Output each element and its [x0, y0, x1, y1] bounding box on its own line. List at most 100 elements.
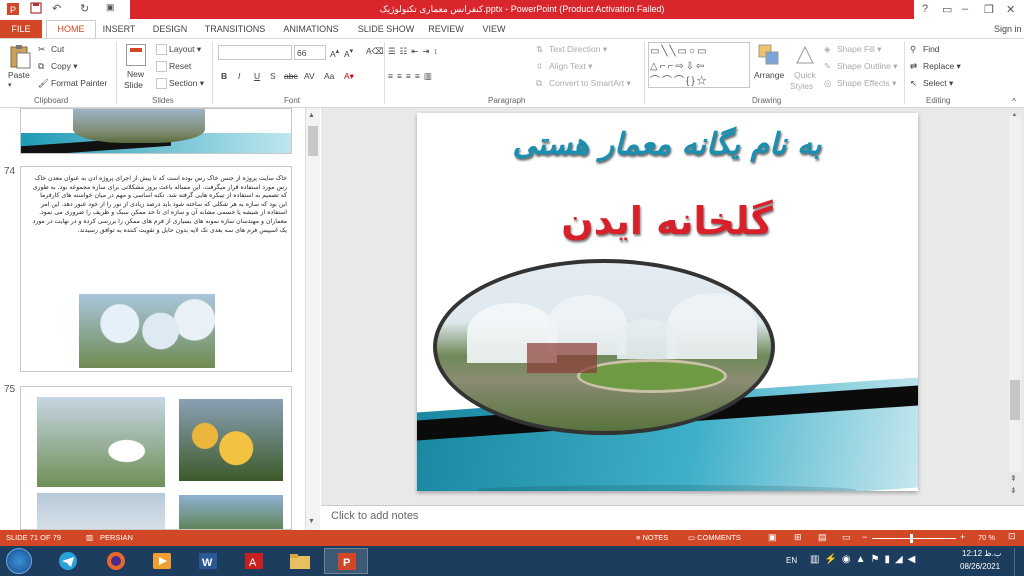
- close-button[interactable]: ✕: [1006, 3, 1015, 16]
- tab-home[interactable]: HOME: [46, 20, 96, 39]
- zoom-out-icon[interactable]: −: [862, 532, 867, 542]
- save-icon[interactable]: [30, 2, 42, 17]
- select-button[interactable]: ↖ Select ▾: [910, 78, 953, 89]
- taskbar-firefox[interactable]: [94, 548, 138, 574]
- arrange-icon[interactable]: [758, 44, 780, 66]
- new-slide-icon[interactable]: [126, 44, 146, 66]
- redo-icon[interactable]: ↻: [80, 2, 89, 15]
- bold-icon[interactable]: B: [221, 71, 227, 81]
- underline-icon[interactable]: U: [254, 71, 260, 81]
- change-case-icon[interactable]: Aa: [324, 71, 334, 81]
- tab-view[interactable]: VIEW: [476, 20, 512, 38]
- section-button[interactable]: Section ▾: [156, 78, 204, 90]
- ribbon-options-icon[interactable]: ▭: [942, 3, 952, 16]
- restore-button[interactable]: ❐: [984, 3, 994, 16]
- slide-sorter-icon[interactable]: ⊞: [794, 532, 802, 543]
- font-name-input[interactable]: [218, 45, 292, 60]
- notes-toggle[interactable]: ≡ NOTES: [636, 533, 668, 542]
- slide-thumbnail-74[interactable]: خاک سایت پروژه از جنس خاک رس بوده است که…: [20, 166, 292, 372]
- arrange-button[interactable]: Arrange: [754, 70, 784, 80]
- quick-styles-icon[interactable]: [794, 44, 816, 66]
- taskbar-word[interactable]: W: [186, 548, 230, 574]
- next-slide-icon[interactable]: ⇟: [1010, 486, 1017, 495]
- copy-button[interactable]: ⧉ Copy ▾: [38, 61, 77, 72]
- align-buttons-icon[interactable]: ≡≡≡≡▥: [388, 71, 436, 82]
- shadow-icon[interactable]: S: [270, 71, 276, 81]
- shrink-font-icon[interactable]: A▾: [344, 46, 353, 59]
- new-slide-button[interactable]: New: [127, 69, 144, 79]
- italic-icon[interactable]: I: [238, 71, 240, 81]
- char-spacing-icon[interactable]: AV: [304, 71, 315, 81]
- fit-slide-icon[interactable]: ⊡: [1008, 531, 1016, 542]
- quick-styles-label[interactable]: Styles: [790, 81, 813, 91]
- minimize-button[interactable]: –: [962, 3, 968, 15]
- shape-fill-button[interactable]: ◈ Shape Fill ▾: [824, 44, 881, 55]
- thumbnail-scrollbar[interactable]: [306, 108, 320, 530]
- taskbar-acrobat[interactable]: A: [232, 548, 276, 574]
- clock-time[interactable]: 12:12 ب.ظ: [962, 549, 1001, 558]
- normal-view-icon[interactable]: ▣: [768, 532, 777, 543]
- slide-title[interactable]: به نام یگانه معمار هستی: [417, 127, 917, 162]
- notes-pane[interactable]: [321, 505, 1024, 530]
- reset-button[interactable]: Reset: [156, 61, 191, 73]
- start-button[interactable]: [6, 548, 32, 574]
- zoom-slider[interactable]: [872, 538, 956, 539]
- notes-placeholder[interactable]: Click to add notes: [331, 510, 418, 522]
- prev-slide-icon[interactable]: ⇞: [1010, 474, 1017, 483]
- tab-file[interactable]: FILE: [0, 20, 42, 38]
- clear-format-icon[interactable]: A⌫: [366, 46, 384, 57]
- tab-slide-show[interactable]: SLIDE SHOW: [354, 20, 418, 38]
- quick-styles-button[interactable]: Quick: [794, 70, 816, 80]
- scroll-up-icon[interactable]: ▲: [308, 112, 315, 119]
- tab-transitions[interactable]: TRANSITIONS: [200, 20, 270, 38]
- slide-subtitle[interactable]: گلخانه ایدن: [417, 199, 917, 243]
- shape-outline-button[interactable]: ✎ Shape Outline ▾: [824, 61, 898, 72]
- taskbar-powerpoint[interactable]: P: [324, 548, 368, 574]
- comments-toggle[interactable]: ▭ COMMENTS: [688, 533, 741, 542]
- strikethrough-icon[interactable]: abc: [284, 71, 298, 81]
- editor-scroll-thumb[interactable]: [1010, 380, 1020, 420]
- collapse-ribbon-icon[interactable]: ^: [1012, 96, 1016, 106]
- align-text-button[interactable]: ⇳ Align Text ▾: [536, 61, 592, 72]
- undo-icon[interactable]: ↶: [52, 2, 61, 15]
- show-desktop-button[interactable]: [1014, 548, 1024, 576]
- zoom-level[interactable]: 70 %: [978, 533, 995, 542]
- shape-effects-button[interactable]: ◎ Shape Effects ▾: [824, 78, 896, 89]
- cut-button[interactable]: ✂ Cut: [38, 44, 64, 55]
- new-slide-label[interactable]: Slide: [124, 80, 143, 90]
- layout-button[interactable]: Layout ▾: [156, 44, 201, 56]
- tab-design[interactable]: DESIGN: [148, 20, 192, 38]
- language-label[interactable]: PERSIAN: [100, 533, 133, 542]
- eden-project-photo[interactable]: [433, 259, 775, 435]
- font-color-icon[interactable]: A▾: [344, 71, 354, 82]
- replace-button[interactable]: ⇄ Replace ▾: [910, 61, 961, 72]
- zoom-in-icon[interactable]: +: [960, 532, 965, 542]
- format-painter-button[interactable]: 🖌 Format Painter: [38, 78, 107, 89]
- list-buttons-icon[interactable]: ☰☷⇤⇥↕: [388, 46, 442, 57]
- taskbar-telegram[interactable]: [46, 548, 90, 574]
- find-button[interactable]: ⚲ Find: [910, 44, 940, 55]
- spellcheck-icon[interactable]: ▥: [86, 533, 93, 542]
- clock-date[interactable]: 08/26/2021: [960, 562, 1000, 571]
- tab-animations[interactable]: ANIMATIONS: [276, 20, 346, 38]
- present-icon[interactable]: ▣: [106, 2, 115, 13]
- tray-icons[interactable]: ▥⚡◉▲⚑▮◢◀: [810, 554, 920, 565]
- shapes-gallery[interactable]: ▭╲╲▭○▭ △⌐⌐⇨⇩⇦ ⌒⌒⌒{}☆: [648, 42, 750, 88]
- paste-icon[interactable]: [8, 44, 32, 70]
- current-slide[interactable]: به نام یگانه معمار هستی گلخانه ایدن: [417, 113, 918, 491]
- scroll-down-icon[interactable]: ▼: [308, 518, 315, 525]
- help-button[interactable]: ?: [922, 3, 928, 15]
- paste-button[interactable]: Paste: [8, 70, 30, 80]
- sign-in-link[interactable]: Sign in: [994, 24, 1022, 34]
- paste-dropdown-icon[interactable]: ▾: [8, 81, 12, 89]
- taskbar-media[interactable]: [140, 548, 184, 574]
- taskbar-explorer[interactable]: [278, 548, 322, 574]
- tab-review[interactable]: REVIEW: [424, 20, 468, 38]
- zoom-slider-thumb[interactable]: [910, 534, 913, 543]
- tab-insert[interactable]: INSERT: [98, 20, 140, 38]
- text-direction-button[interactable]: ⇅ Text Direction ▾: [536, 44, 607, 55]
- grow-font-icon[interactable]: A▴: [330, 46, 339, 59]
- input-language[interactable]: EN: [786, 556, 797, 565]
- reading-view-icon[interactable]: ▤: [818, 532, 827, 543]
- font-size-input[interactable]: 66: [294, 45, 326, 60]
